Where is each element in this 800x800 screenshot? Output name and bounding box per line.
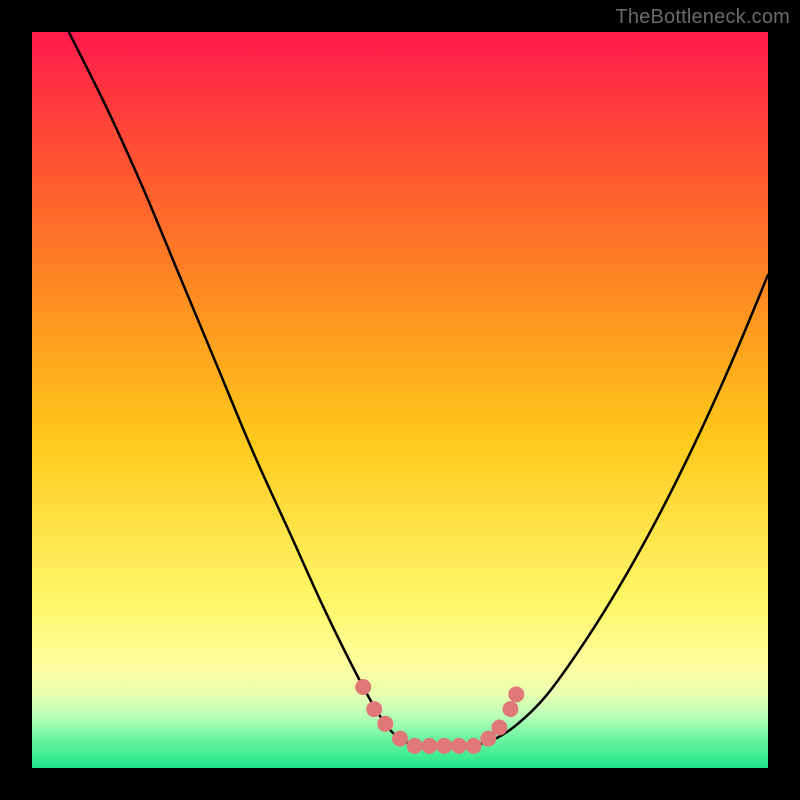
curve-layer — [32, 32, 768, 768]
plot-area — [32, 32, 768, 768]
highlight-dot — [481, 731, 496, 746]
highlight-dot — [356, 680, 371, 695]
highlight-dot — [492, 720, 507, 735]
chart-frame: TheBottleneck.com — [0, 0, 800, 800]
highlight-dot — [422, 738, 437, 753]
highlight-dot — [451, 738, 466, 753]
highlight-dot — [503, 702, 518, 717]
series-right-curve — [474, 275, 768, 746]
watermark-text: TheBottleneck.com — [615, 6, 790, 29]
highlight-dot — [437, 738, 452, 753]
highlight-dot — [393, 731, 408, 746]
highlight-dot — [466, 738, 481, 753]
series-left-curve — [69, 32, 415, 746]
highlight-dot — [407, 738, 422, 753]
highlight-dot — [367, 702, 382, 717]
highlight-dot — [509, 687, 524, 702]
highlight-dot — [378, 716, 393, 731]
